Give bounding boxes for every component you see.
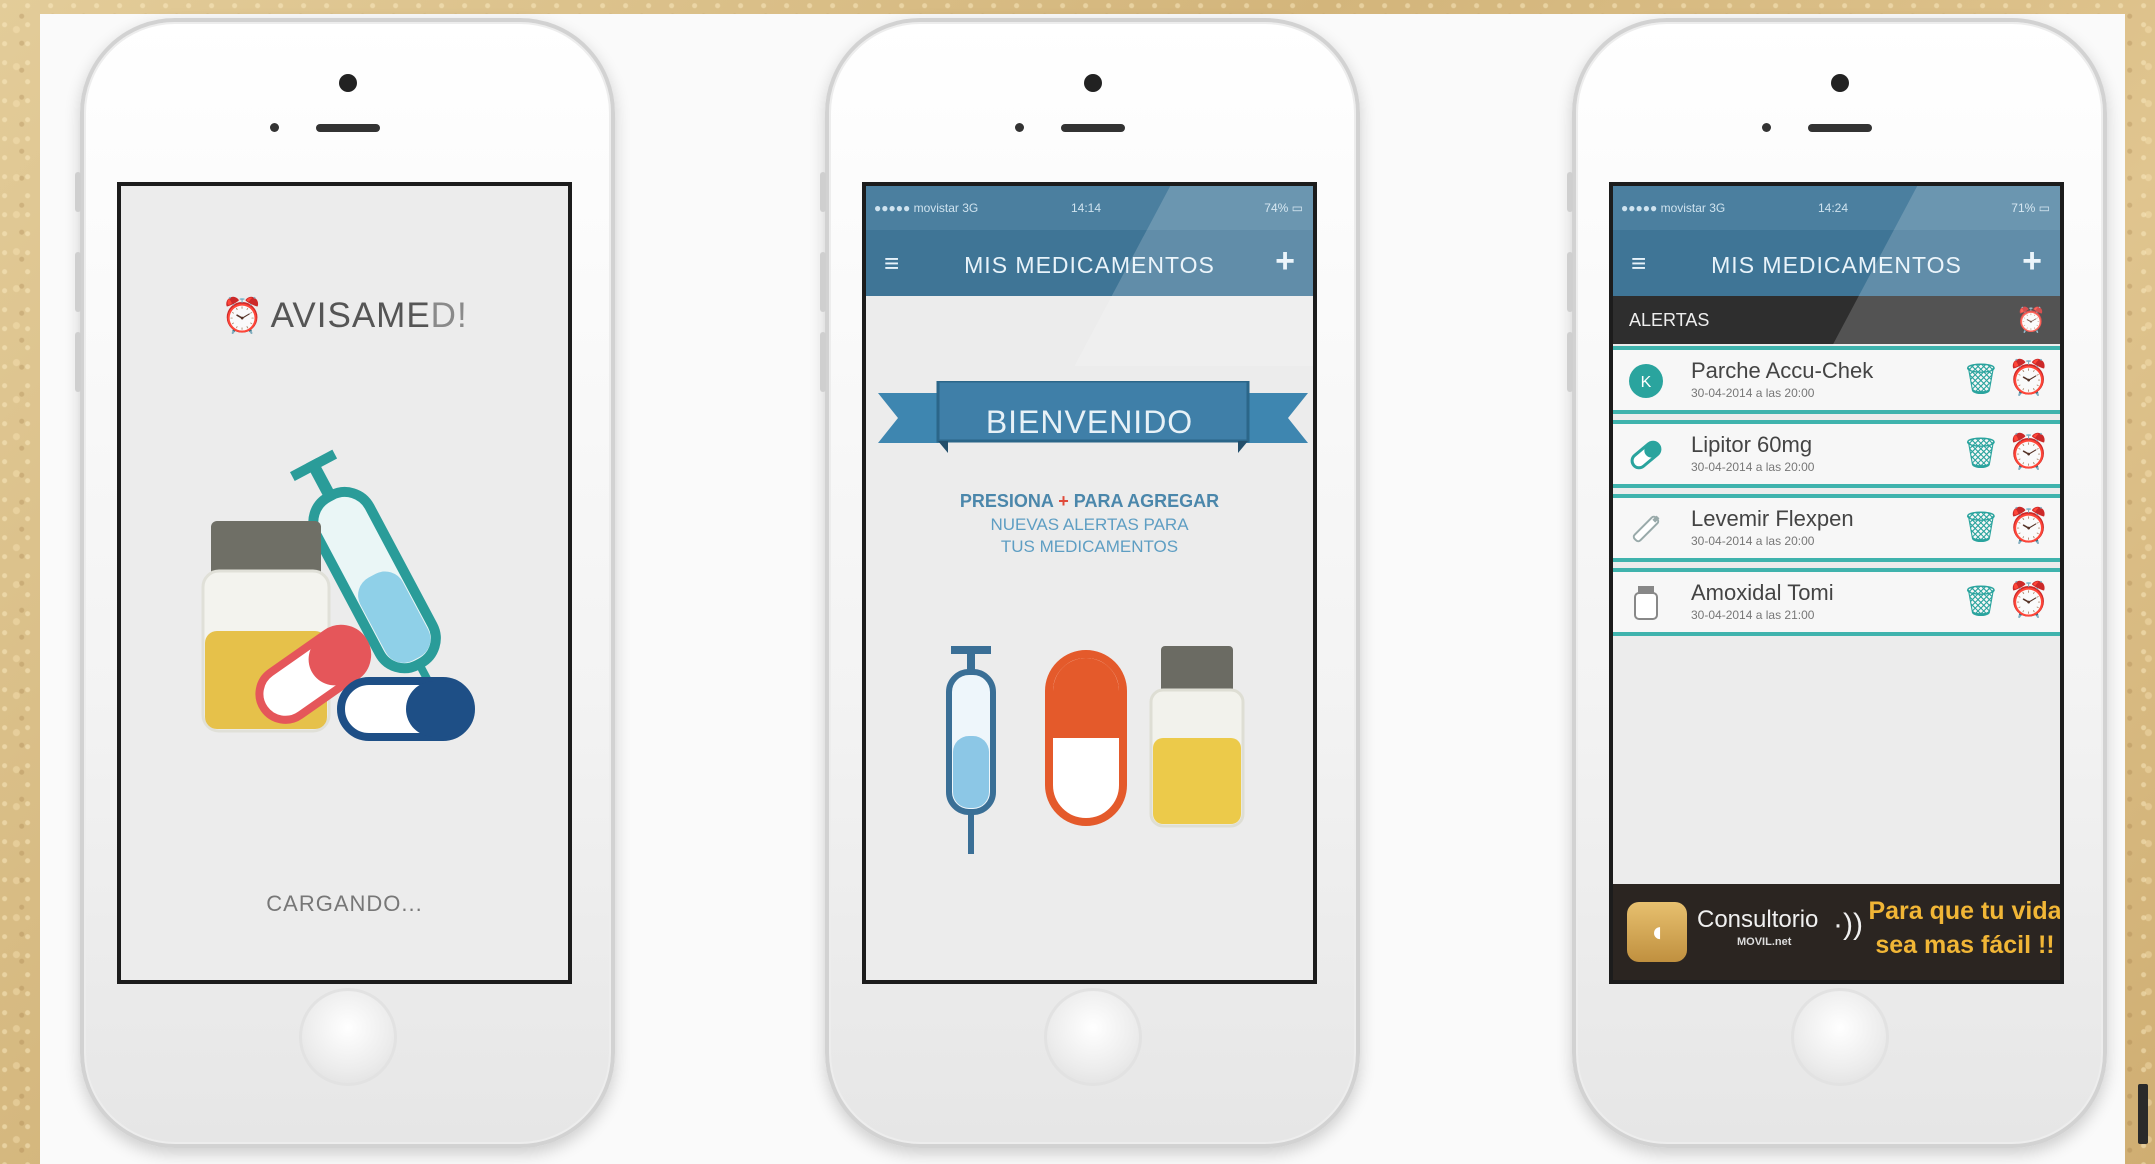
alert-time: 30-04-2014 a las 20:00: [1691, 534, 1815, 548]
alert-time: 30-04-2014 a las 20:00: [1691, 386, 1815, 400]
instruction-plus: +: [1058, 491, 1069, 511]
front-camera: [1083, 74, 1102, 92]
banner-slogan: Para que tu vida sea mas fácil !!: [1868, 897, 2062, 959]
alerts-label: ALERTAS: [1629, 310, 1710, 330]
mute-switch: [75, 172, 81, 212]
banner-brand-sub: MOVIL.net: [1737, 936, 1792, 948]
pen-icon: [1632, 515, 1660, 543]
pill-icon: [1630, 440, 1662, 470]
alarm-clock-icon[interactable]: ⏰: [2008, 358, 2050, 398]
logo-suffix: D!: [430, 296, 468, 335]
carrier-label: ●●●●● movistar 3G: [874, 201, 979, 215]
loading-text: CARGANDO...: [266, 891, 423, 916]
volume-up-button: [1567, 252, 1573, 312]
earpiece-speaker: [315, 124, 380, 132]
alerts-screen: ●●●●● movistar 3G 14:24 71% ▭ ≡ MIS MEDI…: [1609, 182, 2064, 984]
instruction-lines: NUEVAS ALERTAS PARA TUS MEDICAMENTOS: [866, 514, 1313, 558]
alert-name: Lipitor 60mg: [1691, 432, 1813, 457]
earpiece-speaker: [1807, 124, 1872, 132]
edge-mark: [2138, 1084, 2148, 1144]
alarm-clock-icon[interactable]: ⏰: [2008, 506, 2050, 546]
svg-text:K: K: [1641, 374, 1652, 391]
ad-banner[interactable]: ◖ Consultorio MOVIL.net ·)) Para que tu …: [1613, 884, 2060, 980]
medicine-illustration: [201, 449, 475, 741]
status-time: 14:14: [1071, 201, 1102, 215]
welcome-screen: ●●●●● movistar 3G 14:14 74% ▭ ≡ MIS MEDI…: [862, 182, 1317, 984]
alarm-clock-icon[interactable]: ⏰: [2008, 432, 2050, 472]
alert-row[interactable]: Lipitor 60mg 30-04-2014 a las 20:00 🗑 ⏰: [1613, 420, 2060, 488]
phone-welcome: ●●●●● movistar 3G 14:14 74% ▭ ≡ MIS MEDI…: [820, 18, 1360, 1148]
trash-icon[interactable]: 🗑: [1962, 510, 2000, 545]
app-logo: ⏰ AVISAMED!: [121, 296, 568, 336]
earpiece-speaker: [1060, 124, 1125, 132]
instruction-press: PRESIONA: [959, 491, 1054, 511]
instruction-line-1: PRESIONA + PARA AGREGAR: [866, 491, 1313, 512]
mute-switch: [1567, 172, 1573, 212]
logo-text: AVISAME: [270, 296, 431, 335]
capsule-icon: [1045, 650, 1127, 826]
alert-name: Parche Accu-Chek: [1691, 358, 1874, 383]
alert-row[interactable]: Levemir Flexpen 30-04-2014 a las 20:00 🗑…: [1613, 494, 2060, 562]
alert-row[interactable]: K Parche Accu-Chek 30-04-2014 a las 20:0…: [1613, 346, 2060, 414]
proximity-sensor: [1761, 123, 1771, 132]
alarm-clock-icon: ⏰: [221, 297, 265, 335]
bottle-icon: [1634, 586, 1658, 620]
status-time: 14:24: [1818, 201, 1849, 215]
signal-icon: ·)): [1833, 908, 1863, 941]
patch-icon: K: [1629, 364, 1663, 398]
volume-down-button: [1567, 332, 1573, 392]
jar-icon: [1149, 646, 1245, 828]
front-camera: [338, 74, 357, 92]
instruction-line-2: NUEVAS ALERTAS PARA: [990, 515, 1189, 534]
trash-icon[interactable]: 🗑: [1962, 362, 2000, 397]
alert-row[interactable]: Amoxidal Tomi 30-04-2014 a las 21:00 🗑 ⏰: [1613, 568, 2060, 636]
carrier-label: ●●●●● movistar 3G: [1621, 201, 1726, 215]
volume-down-button: [75, 332, 81, 392]
alerts-list: K Parche Accu-Chek 30-04-2014 a las 20:0…: [1613, 346, 2060, 642]
alert-time: 30-04-2014 a las 21:00: [1691, 608, 1815, 622]
alert-name: Amoxidal Tomi: [1691, 580, 1834, 605]
proximity-sensor: [269, 123, 279, 132]
trash-icon[interactable]: 🗑: [1962, 436, 2000, 471]
trash-icon[interactable]: 🗑: [1962, 584, 2000, 619]
banner-brand: Consultorio: [1697, 906, 1819, 933]
proximity-sensor: [1014, 123, 1024, 132]
home-button: [1043, 988, 1142, 1086]
phone-splash: ⏰ AVISAMED! CARGANDO...: [75, 18, 615, 1148]
home-button: [298, 988, 397, 1086]
speaker-logo-icon: ◖: [1627, 902, 1687, 962]
alarm-clock-icon[interactable]: ⏰: [2008, 580, 2050, 620]
medicine-row-illustration: [946, 646, 1245, 854]
instruction-add: PARA AGREGAR: [1073, 491, 1220, 511]
instruction-line-3: TUS MEDICAMENTOS: [1000, 537, 1179, 556]
phone-alerts: ●●●●● movistar 3G 14:24 71% ▭ ≡ MIS MEDI…: [1567, 18, 2107, 1148]
syringe-icon: [946, 646, 996, 854]
volume-down-button: [820, 332, 826, 392]
alert-time: 30-04-2014 a las 20:00: [1691, 460, 1815, 474]
mute-switch: [820, 172, 826, 212]
splash-screen: ⏰ AVISAMED! CARGANDO...: [117, 182, 572, 984]
volume-up-button: [820, 252, 826, 312]
welcome-title: BIENVENIDO: [985, 404, 1194, 440]
alert-name: Levemir Flexpen: [1691, 506, 1854, 531]
home-button: [1790, 988, 1889, 1086]
volume-up-button: [75, 252, 81, 312]
front-camera: [1830, 74, 1849, 92]
pill-blue-icon: [337, 677, 475, 741]
